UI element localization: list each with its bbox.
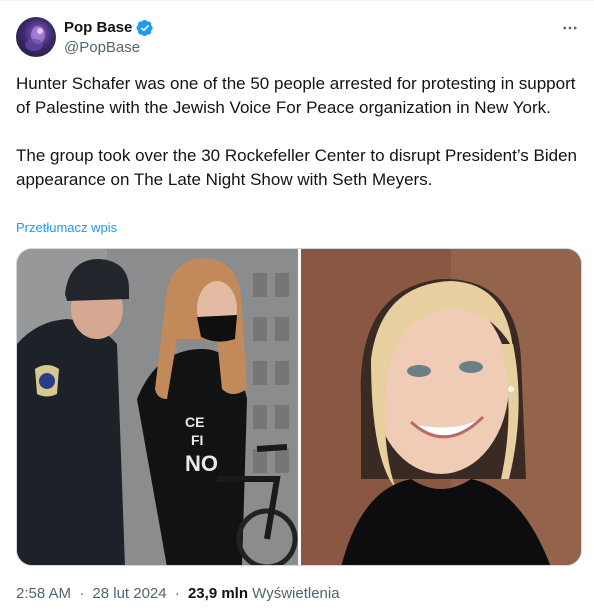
tweet-paragraph: The group took over the 30 Rockefeller C… xyxy=(16,146,577,189)
verified-badge-icon[interactable] xyxy=(136,19,154,37)
svg-text:NO: NO xyxy=(185,451,218,476)
avatar[interactable] xyxy=(16,17,56,57)
translate-post-link[interactable]: Przetłumacz wpis xyxy=(16,220,117,236)
tweet-meta: 2:58 AM · 28 lut 2024 · 23,9 mln Wyświet… xyxy=(16,585,340,602)
media-grid: CE FI NO xyxy=(16,248,582,566)
svg-text:FI: FI xyxy=(191,432,203,448)
avatar-image xyxy=(25,26,45,51)
photo-portrait[interactable] xyxy=(301,249,581,565)
tweet-time-link[interactable]: 2:58 AM · 28 lut 2024 xyxy=(16,585,171,602)
author-handle[interactable]: @PopBase xyxy=(64,38,154,58)
divider xyxy=(0,0,594,1)
author-info: Pop Base @PopBase xyxy=(64,18,154,58)
tweet-date: 28 lut 2024 xyxy=(92,585,167,602)
views-label: Wyświetlenia xyxy=(252,585,340,602)
more-options-icon[interactable] xyxy=(558,18,582,38)
views-count: 23,9 mln xyxy=(187,585,248,602)
tweet-paragraph: Hunter Schafer was one of the 50 people … xyxy=(16,74,576,117)
author-name-link[interactable]: Pop Base xyxy=(64,18,154,38)
tweet-header: Pop Base @PopBase xyxy=(16,14,582,62)
photo-arrest[interactable]: CE FI NO xyxy=(17,249,298,565)
author-display-name: Pop Base xyxy=(64,19,133,36)
tweet-text: Hunter Schafer was one of the 50 people … xyxy=(16,72,582,192)
tweet-time: 2:58 AM xyxy=(16,585,72,602)
svg-text:CE: CE xyxy=(185,414,204,430)
